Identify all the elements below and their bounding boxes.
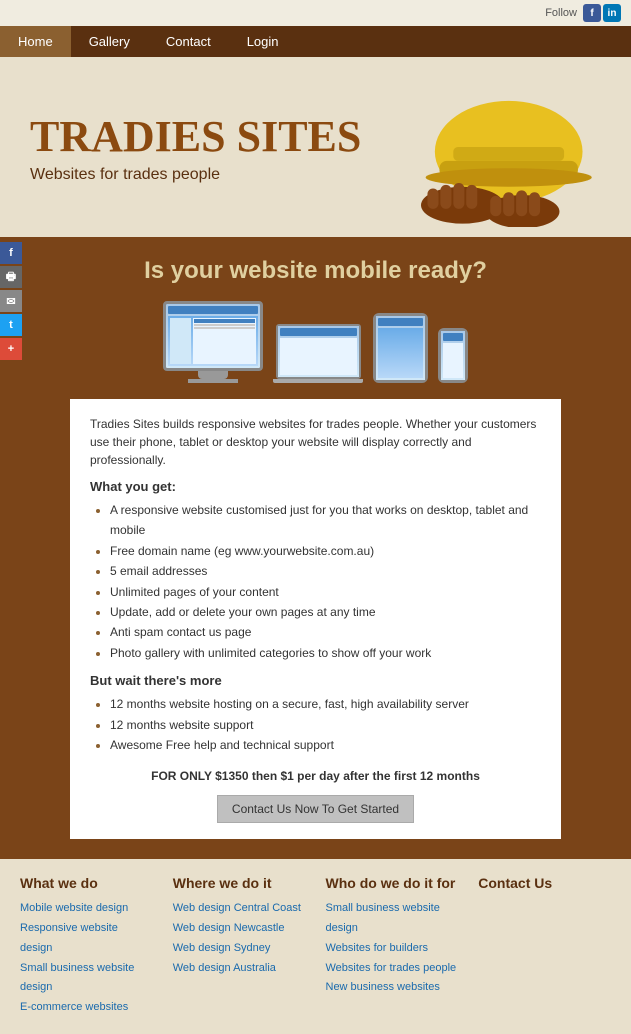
more-feature-item: 12 months website hosting on a secure, f… — [110, 694, 541, 714]
footer-col4-heading: Contact Us — [478, 875, 611, 891]
feature-item: A responsive website customised just for… — [110, 500, 541, 541]
phone-device — [438, 328, 468, 383]
content-box: Tradies Sites builds responsive websites… — [70, 399, 561, 839]
more-features-list: 12 months website hosting on a secure, f… — [110, 694, 541, 755]
nav-gallery[interactable]: Gallery — [71, 26, 148, 57]
feature-item: Anti spam contact us page — [110, 622, 541, 642]
price-text: FOR ONLY $1350 then $1 per day after the… — [90, 767, 541, 785]
footer-col2-heading: Where we do it — [173, 875, 306, 891]
left-facebook-btn[interactable]: f — [0, 242, 22, 264]
footer-link[interactable]: Mobile website design — [20, 899, 153, 919]
footer-link[interactable]: Web design Central Coast — [173, 899, 306, 919]
footer-col3-heading: Who do we do it for — [326, 875, 459, 891]
footer-col-contact: Contact Us — [478, 875, 611, 1018]
left-social-bar: f 🖶 ✉ t + — [0, 242, 22, 362]
intro-text: Tradies Sites builds responsive websites… — [90, 415, 541, 469]
footer-link[interactable]: Web design Newcastle — [173, 919, 306, 939]
nav-contact[interactable]: Contact — [148, 26, 229, 57]
left-twitter-btn[interactable]: t — [0, 314, 22, 336]
hero-title: TRADIES SITES — [30, 111, 361, 162]
left-print-btn[interactable]: 🖶 — [0, 266, 22, 288]
footer-col-who: Who do we do it for Small business websi… — [326, 875, 459, 1018]
footer-link[interactable]: Small business website design — [326, 899, 459, 939]
laptop-device — [273, 324, 363, 383]
feature-item: 5 email addresses — [110, 561, 541, 581]
footer-link[interactable]: E-commerce websites — [20, 998, 153, 1018]
more-feature-item: 12 months website support — [110, 715, 541, 735]
main-section: Is your website mobile ready? — [0, 237, 631, 859]
phone-screen — [438, 328, 468, 383]
devices-illustration — [80, 301, 551, 383]
footer-link[interactable]: Websites for builders — [326, 939, 459, 959]
more-heading: But wait there's more — [90, 673, 541, 688]
nav-login[interactable]: Login — [229, 26, 297, 57]
follow-label: Follow — [545, 7, 577, 19]
linkedin-topbar-icon[interactable]: in — [603, 4, 621, 22]
hero-subtitle: Websites for trades people — [30, 166, 361, 184]
main-nav: Home Gallery Contact Login — [0, 26, 631, 57]
footer-col-where: Where we do it Web design Central Coast … — [173, 875, 306, 1018]
monitor-screen — [163, 301, 263, 371]
nav-home[interactable]: Home — [0, 26, 71, 57]
monitor-device — [163, 301, 263, 383]
hero-section: TRADIES SITES Websites for trades people — [0, 57, 631, 237]
monitor-base — [188, 379, 238, 383]
footer: What we do Mobile website design Respons… — [0, 859, 631, 1034]
more-feature-item: Awesome Free help and technical support — [110, 735, 541, 755]
left-plus-btn[interactable]: + — [0, 338, 22, 360]
features-list: A responsive website customised just for… — [110, 500, 541, 663]
footer-col1-heading: What we do — [20, 875, 153, 891]
main-headline: Is your website mobile ready? — [80, 257, 551, 285]
tablet-device — [373, 313, 428, 383]
footer-link[interactable]: New business websites — [326, 978, 459, 998]
laptop-base — [273, 379, 363, 383]
footer-link[interactable]: Responsive website design — [20, 919, 153, 959]
what-you-get-heading: What you get: — [90, 479, 541, 494]
monitor-stand — [198, 371, 228, 379]
feature-item: Unlimited pages of your content — [110, 582, 541, 602]
facebook-topbar-icon[interactable]: f — [583, 4, 601, 22]
top-bar: Follow f in — [0, 0, 631, 26]
tablet-screen — [373, 313, 428, 383]
feature-item: Photo gallery with unlimited categories … — [110, 643, 541, 663]
feature-item: Update, add or delete your own pages at … — [110, 602, 541, 622]
feature-item: Free domain name (eg www.yourwebsite.com… — [110, 541, 541, 561]
footer-link[interactable]: Small business website design — [20, 959, 153, 999]
footer-col-what: What we do Mobile website design Respons… — [20, 875, 153, 1018]
left-email-btn[interactable]: ✉ — [0, 290, 22, 312]
footer-link[interactable]: Web design Sydney — [173, 939, 306, 959]
footer-link[interactable]: Web design Australia — [173, 959, 306, 979]
laptop-screen — [276, 324, 361, 379]
footer-link[interactable]: Websites for trades people — [326, 959, 459, 979]
hero-image — [361, 67, 601, 227]
cta-button[interactable]: Contact Us Now To Get Started — [217, 795, 414, 823]
